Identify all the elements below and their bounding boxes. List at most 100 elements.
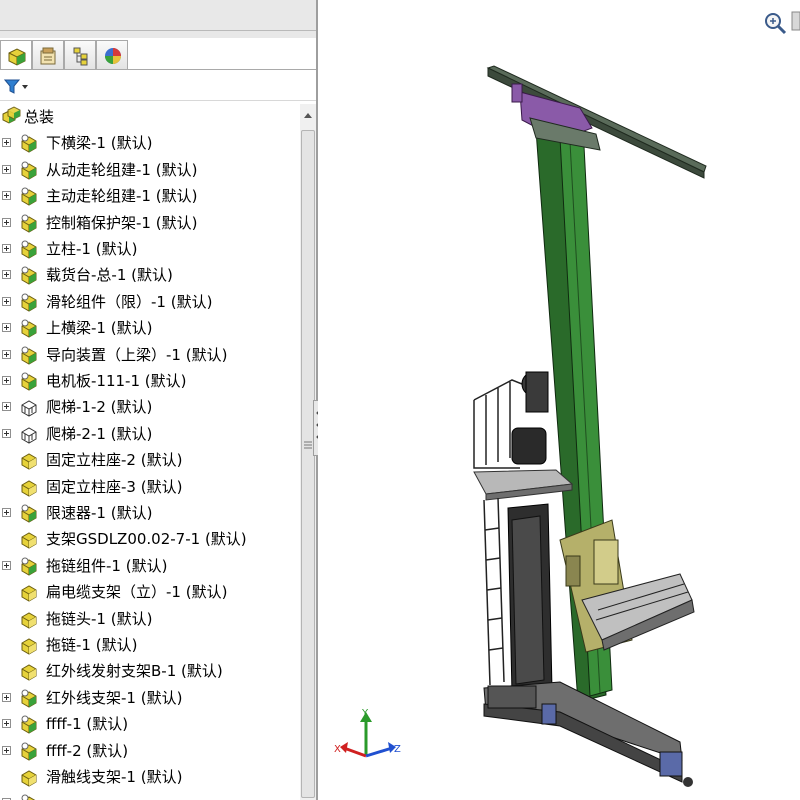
expand-toggle-icon[interactable] [2,323,11,333]
tree-item[interactable]: 限速器-1 (默认) [0,500,300,526]
single-part-icon [18,634,42,656]
tree-item[interactable]: 滑轮组件（限）-1 (默认) [0,289,300,315]
display-manager-icon [105,48,121,64]
tree-item[interactable]: 控制箱保护架-1 (默认) [0,210,300,236]
tree-item[interactable]: ffff-1 (默认) [0,711,300,737]
part-icon [18,792,42,800]
tree-item-label: 立柱-1 (默认) [46,240,138,258]
part-icon [18,264,42,286]
tree-item[interactable]: 主动走轮组建-1 (默认) [0,183,300,209]
tree-item[interactable]: 红外线发射支架B-1 (默认) [0,658,300,684]
feature-manager-tab[interactable] [0,40,32,70]
scroll-up-arrow-icon[interactable] [300,108,316,124]
scroll-thumb[interactable] [301,130,315,798]
tree-item-label: 控制箱保护架-1 (默认) [46,213,198,232]
configuration-manager-icon [73,47,88,66]
tree-item-label: 拖链组件-1 (默认) [46,556,168,575]
tree-item-label: 导向装置（上梁）-1 (默认) [46,345,228,364]
property-manager-tab[interactable] [32,40,64,70]
single-part-icon [18,660,42,682]
wire-part-icon [18,396,42,418]
tree-item[interactable]: 固定立柱座-3 (默认) [0,474,300,500]
expand-toggle-icon[interactable] [2,244,11,253]
configuration-manager-tab[interactable] [64,40,96,70]
tree-item-label: 主动走轮组建-1 (默认) [46,187,198,206]
expand-toggle-icon[interactable] [2,719,11,729]
expand-toggle-icon[interactable] [2,217,11,227]
tree-item[interactable] [0,790,300,800]
single-part-icon [18,528,42,550]
graphics-viewport[interactable]: Y X Z [318,0,800,800]
expand-toggle-icon[interactable] [2,138,11,148]
tree-item[interactable]: 拖链-1 (默认) [0,632,300,658]
tree-item-label: 下横梁-1 (默认) [46,134,153,153]
tree-item-label: 电机板-111-1 (默认) [46,372,187,390]
part-icon [18,132,42,154]
expand-toggle-icon[interactable] [2,296,11,306]
tree-item-label: 爬梯-2-1 (默认) [46,424,153,443]
tree-item[interactable]: 拖链组件-1 (默认) [0,553,300,579]
part-icon [18,185,42,207]
tree-item[interactable]: 立柱-1 (默认) [0,236,300,262]
tree-item-label: ffff-2 (默认) [46,741,129,760]
single-part-icon [18,476,42,498]
zoom-to-fit-icon[interactable] [765,13,787,35]
expand-toggle-icon[interactable] [2,270,11,280]
tree-item-label: 拖链头-1 (默认) [46,609,153,628]
tree-item[interactable]: 扁电缆支架（立）-1 (默认) [0,579,300,605]
tree-item-label: 爬梯-1-2 (默认) [46,398,153,417]
assembly-icon [0,106,24,128]
triad-y-label: Y [361,708,369,719]
tree-item[interactable]: 电机板-111-1 (默认) [0,368,300,394]
scroll-grip-icon [304,441,312,449]
part-icon [18,713,42,735]
tree-item[interactable]: 从动走轮组建-1 (默认) [0,157,300,183]
tree-item[interactable]: 爬梯-1-2 (默认) [0,394,300,420]
tree-item[interactable]: ffff-2 (默认) [0,738,300,764]
expand-toggle-icon[interactable] [2,560,11,570]
expand-toggle-icon[interactable] [2,191,11,201]
tree-root-assembly[interactable]: 总装 [0,104,300,130]
tree-item-label: 固定立柱座-2 (默认) [46,451,183,470]
tree-item[interactable]: 固定立柱座-2 (默认) [0,447,300,473]
tree-item[interactable]: 爬梯-2-1 (默认) [0,421,300,447]
expand-toggle-icon[interactable] [2,164,11,174]
tree-item-label: 上横梁-1 (默认) [46,319,153,338]
tree-item[interactable]: 拖链头-1 (默认) [0,606,300,632]
triad-x-label: X [334,744,341,755]
single-part-icon [18,581,42,603]
tree-item[interactable]: 上横梁-1 (默认) [0,315,300,341]
tree-item[interactable]: 红外线支架-1 (默认) [0,685,300,711]
tree-item-label: ffff-1 (默认) [46,715,129,734]
expand-toggle-icon[interactable] [2,402,11,412]
display-manager-tab[interactable] [96,40,128,70]
filter-bar [0,76,317,101]
tree-item-label: 支架GSDLZ00.02-7-1 (默认) [46,530,247,549]
tree-item[interactable]: 支架GSDLZ00.02-7-1 (默认) [0,526,300,552]
tree-item-label: 载货台-总-1 (默认) [46,266,173,285]
tree-item[interactable]: 载货台-总-1 (默认) [0,262,300,288]
stacker-crane-model[interactable] [473,65,707,787]
expand-toggle-icon[interactable] [2,745,11,755]
tree-item[interactable]: 滑触线支架-1 (默认) [0,764,300,790]
expand-toggle-icon[interactable] [2,508,11,517]
expand-toggle-icon[interactable] [2,428,11,438]
part-icon [18,687,42,709]
feature-manager-panel: 总装下横梁-1 (默认) 从动走轮组建-1 (默认) 主动走轮组建-1 (默认) 控制… [0,0,317,800]
tree-item[interactable]: 导向装置（上梁）-1 (默认) [0,342,300,368]
tree-item-label: 从动走轮组建-1 (默认) [46,160,198,179]
part-icon [18,370,42,392]
single-part-icon [18,766,42,788]
part-icon [18,555,42,577]
view-orientation-icon[interactable] [791,11,800,31]
part-icon [18,344,42,366]
tree-item-label: 扁电缆支架（立）-1 (默认) [46,583,228,602]
property-manager-icon [40,47,56,65]
expand-toggle-icon[interactable] [2,376,11,385]
part-icon [18,212,42,234]
expand-toggle-icon[interactable] [2,349,11,359]
filter-icon[interactable] [4,78,30,96]
part-icon [18,291,42,313]
expand-toggle-icon[interactable] [2,692,11,702]
tree-item[interactable]: 下横梁-1 (默认) [0,130,300,156]
